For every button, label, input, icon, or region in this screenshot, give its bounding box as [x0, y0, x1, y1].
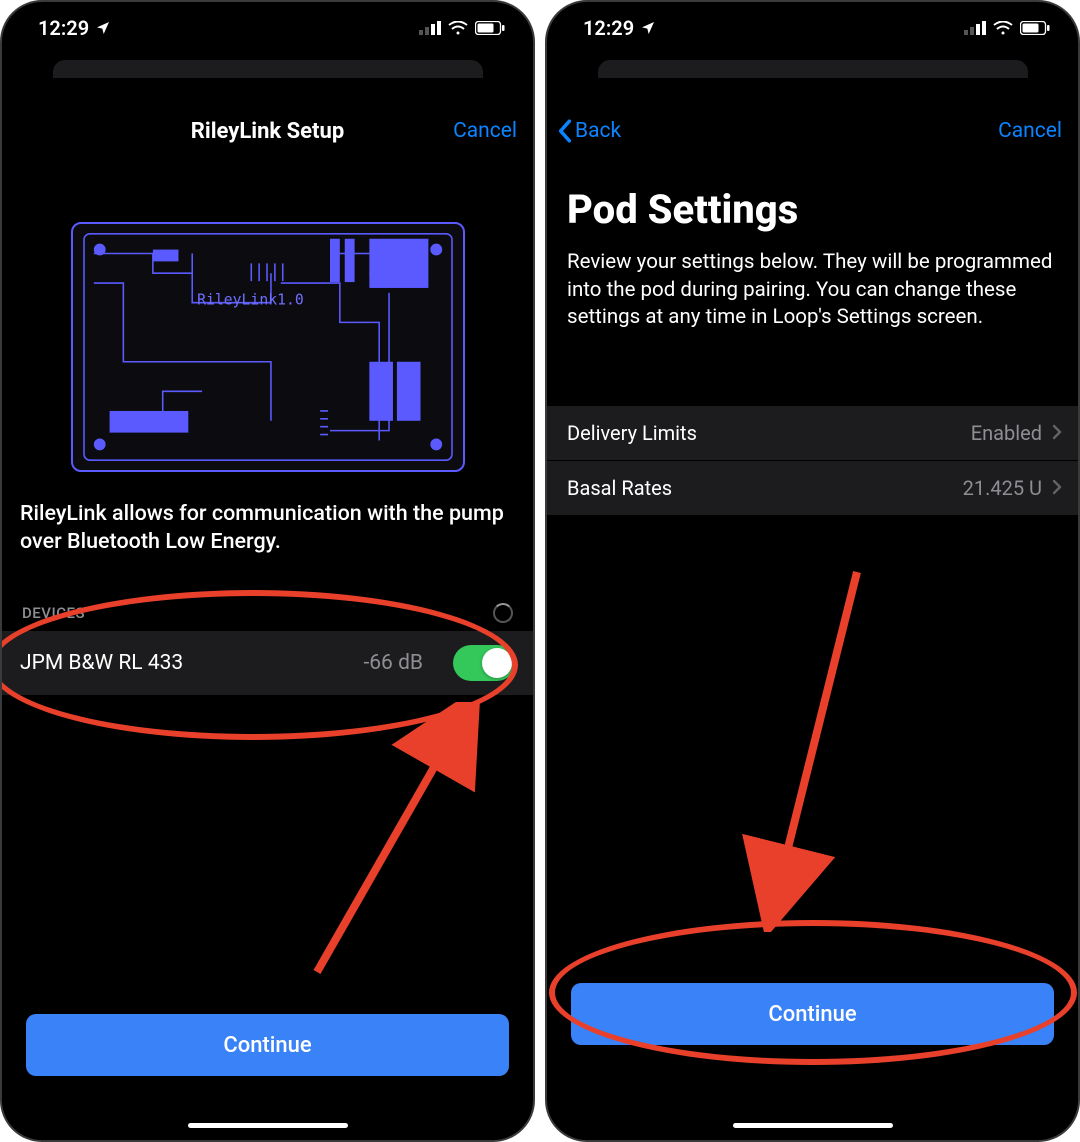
page-title: RileyLink Setup — [191, 119, 344, 144]
row-label: Basal Rates — [567, 476, 963, 500]
cancel-button[interactable]: Cancel — [453, 119, 517, 143]
annotation-arrow-continue — [697, 562, 897, 932]
rileylink-pcb-illustration: RileyLink1.0 — [71, 222, 465, 472]
phone-screen-pod-settings: 12:29 Back Cancel Pod Settings Review yo… — [545, 0, 1080, 1142]
location-icon — [95, 20, 111, 36]
loading-spinner-icon — [493, 603, 513, 623]
cancel-button[interactable]: Cancel — [998, 119, 1062, 143]
chevron-right-icon — [1052, 421, 1062, 445]
pcb-label: RileyLink1.0 — [197, 292, 304, 309]
nav-bar: Back Cancel — [547, 102, 1078, 160]
settings-description: Review your settings below. They will be… — [547, 249, 1078, 332]
status-bar: 12:29 — [2, 2, 533, 46]
back-button[interactable]: Back — [557, 119, 621, 143]
cellular-signal-icon — [419, 21, 441, 35]
phone-screen-rileylink-setup: 12:29 RileyLink Setup Cancel — [0, 0, 535, 1142]
setup-description: RileyLink allows for communication with … — [2, 500, 533, 555]
status-bar: 12:29 — [547, 2, 1078, 46]
row-value: Enabled — [971, 421, 1042, 445]
cellular-signal-icon — [964, 21, 986, 35]
page-title: Pod Settings — [547, 160, 1078, 249]
location-icon — [640, 20, 656, 36]
delivery-limits-row[interactable]: Delivery Limits Enabled — [547, 406, 1078, 461]
battery-icon — [475, 21, 505, 35]
status-time: 12:29 — [583, 16, 634, 40]
continue-label: Continue — [768, 1002, 856, 1027]
back-label: Back — [575, 119, 621, 143]
continue-label: Continue — [223, 1033, 311, 1058]
sheet-grabber — [53, 60, 483, 78]
device-enable-toggle[interactable] — [453, 645, 515, 681]
annotation-arrow-device — [277, 702, 497, 992]
wifi-icon — [993, 21, 1013, 35]
devices-header: DEVICES — [2, 555, 533, 631]
continue-button[interactable]: Continue — [26, 1014, 509, 1076]
wifi-icon — [448, 21, 468, 35]
home-indicator[interactable] — [733, 1123, 893, 1128]
row-label: Delivery Limits — [567, 421, 971, 445]
devices-header-label: DEVICES — [22, 604, 85, 622]
continue-button[interactable]: Continue — [571, 983, 1054, 1045]
device-name: JPM B&W RL 433 — [20, 651, 363, 675]
nav-bar: RileyLink Setup Cancel — [2, 102, 533, 160]
basal-rates-row[interactable]: Basal Rates 21.425 U — [547, 461, 1078, 516]
settings-list: Delivery Limits Enabled Basal Rates 21.4… — [547, 406, 1078, 516]
status-time: 12:29 — [38, 16, 89, 40]
home-indicator[interactable] — [188, 1123, 348, 1128]
row-value: 21.425 U — [963, 476, 1042, 500]
device-row[interactable]: JPM B&W RL 433 -66 dB — [2, 631, 533, 695]
sheet-grabber — [598, 60, 1028, 78]
chevron-right-icon — [1052, 476, 1062, 500]
battery-icon — [1020, 21, 1050, 35]
device-signal-strength: -66 dB — [363, 651, 423, 675]
